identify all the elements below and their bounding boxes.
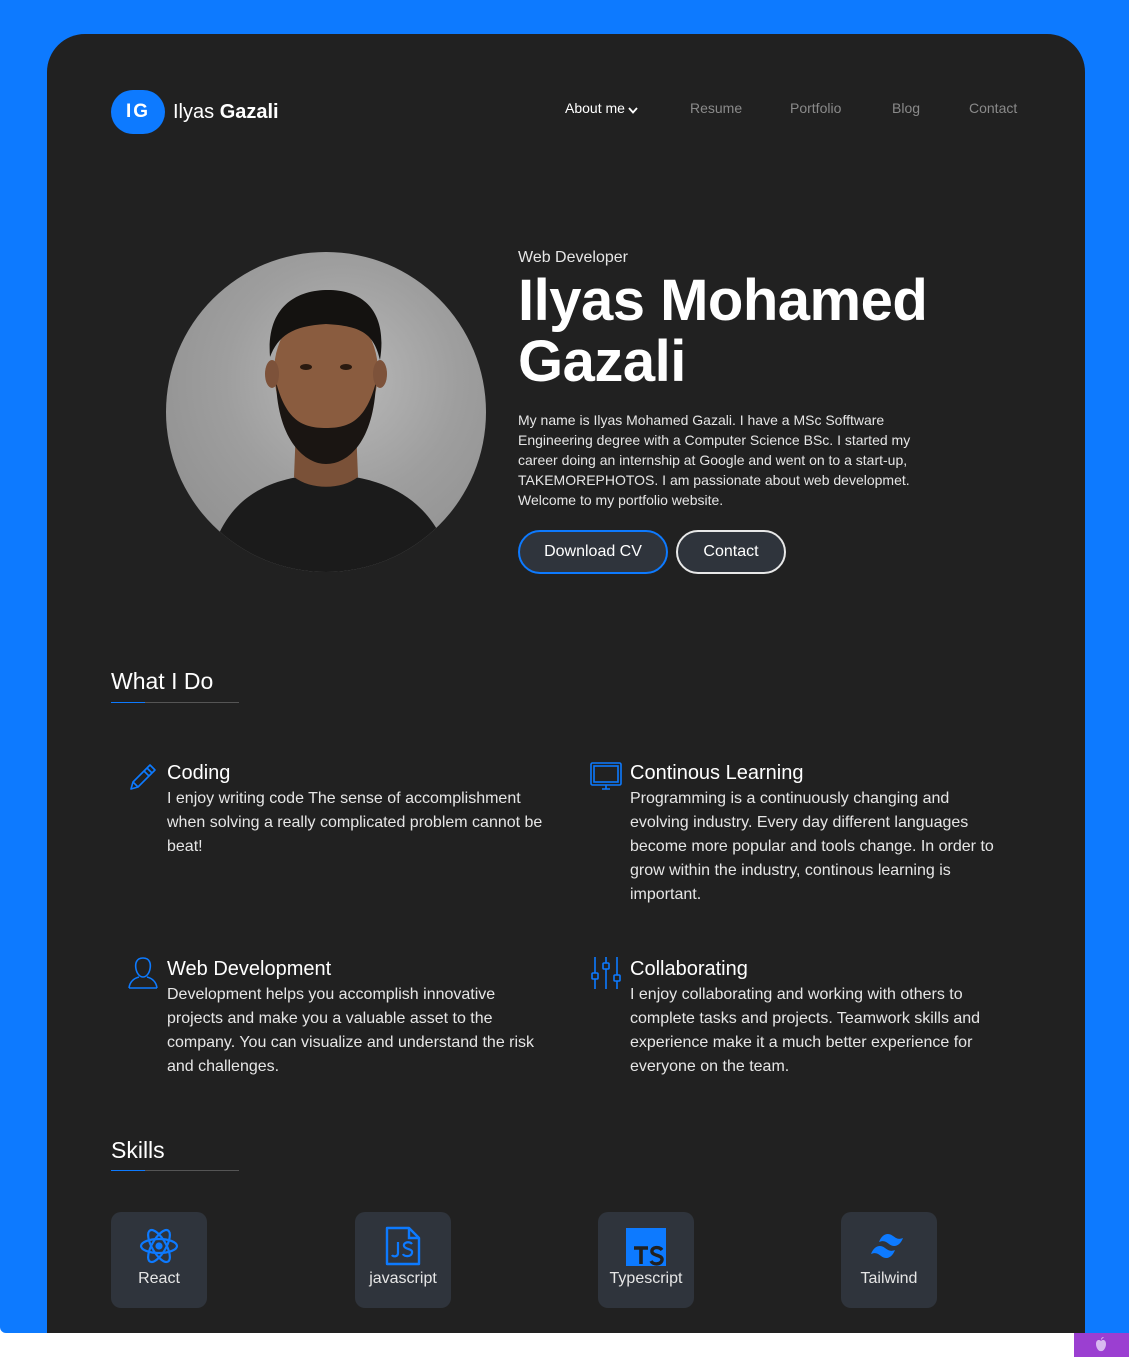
pencil-icon: [130, 764, 156, 790]
what-i-do-title: What I Do: [111, 668, 214, 694]
profile-photo: [166, 252, 486, 572]
nav-item-portfolio[interactable]: Portfolio: [790, 100, 841, 116]
apple-badge: [1074, 1333, 1129, 1357]
skills-divider: [111, 1170, 239, 1171]
chevron-down-icon: [628, 107, 638, 114]
service-title: Collaborating: [630, 958, 748, 980]
service-continous-learning: Continous Learning Programming is a cont…: [590, 761, 1010, 907]
hero-bio: My name is Ilyas Mohamed Gazali. I have …: [518, 412, 911, 508]
service-title: Web Development: [167, 958, 332, 980]
nav-item-resume[interactable]: Resume: [690, 100, 742, 116]
skill-tailwind: Tailwind: [841, 1212, 937, 1308]
nav-item-about-me[interactable]: About me: [565, 100, 639, 116]
service-title: Continous Learning: [630, 762, 804, 784]
main-nav: About me Resume Portfolio Blog Contact: [47, 100, 1085, 120]
nav-item-label: About me: [565, 100, 625, 116]
portfolio-card: IG Ilyas Gazali About me Resume Portfoli…: [47, 34, 1085, 1333]
user-icon: [128, 957, 158, 989]
service-web-development: Web Development Development helps you ac…: [128, 957, 547, 1079]
monitor-icon: [590, 762, 622, 790]
skill-typescript: Typescript: [598, 1212, 694, 1308]
service-text: Development helps you accomplish innovat…: [167, 986, 535, 1075]
service-coding: Coding I enjoy writing code The sense of…: [130, 761, 547, 859]
hero-name: Ilyas Mohamed Gazali: [518, 268, 928, 394]
contact-button[interactable]: Contact: [676, 530, 786, 574]
service-text: I enjoy collaborating and working with o…: [630, 986, 981, 1075]
service-collaborating: Collaborating I enjoy collaborating and …: [591, 957, 1010, 1079]
skill-label: Tailwind: [860, 1270, 918, 1287]
sliders-icon: [591, 957, 621, 989]
download-cv-button[interactable]: Download CV: [518, 530, 668, 574]
service-text: I enjoy writing code The sense of accomp…: [167, 790, 543, 855]
apple-icon: [1096, 1337, 1106, 1352]
skill-react: React: [111, 1212, 207, 1308]
react-icon: [139, 1228, 179, 1264]
what-i-do-divider: [111, 702, 239, 703]
skill-label: React: [138, 1270, 180, 1287]
skills-title: Skills: [111, 1137, 165, 1163]
service-text: Programming is a continuously changing a…: [630, 790, 994, 903]
skill-javascript: javascript: [355, 1212, 451, 1308]
skill-label: javascript: [369, 1270, 437, 1287]
hero-role: Web Developer: [518, 249, 628, 266]
nav-item-blog[interactable]: Blog: [892, 100, 920, 116]
skill-label: Typescript: [609, 1270, 683, 1287]
service-title: Coding: [167, 762, 231, 784]
javascript-icon: [385, 1226, 421, 1266]
tailwind-icon: [871, 1234, 903, 1258]
profile-photo-illustration: [207, 290, 454, 572]
typescript-icon: [626, 1228, 666, 1266]
nav-item-contact[interactable]: Contact: [969, 100, 1017, 116]
